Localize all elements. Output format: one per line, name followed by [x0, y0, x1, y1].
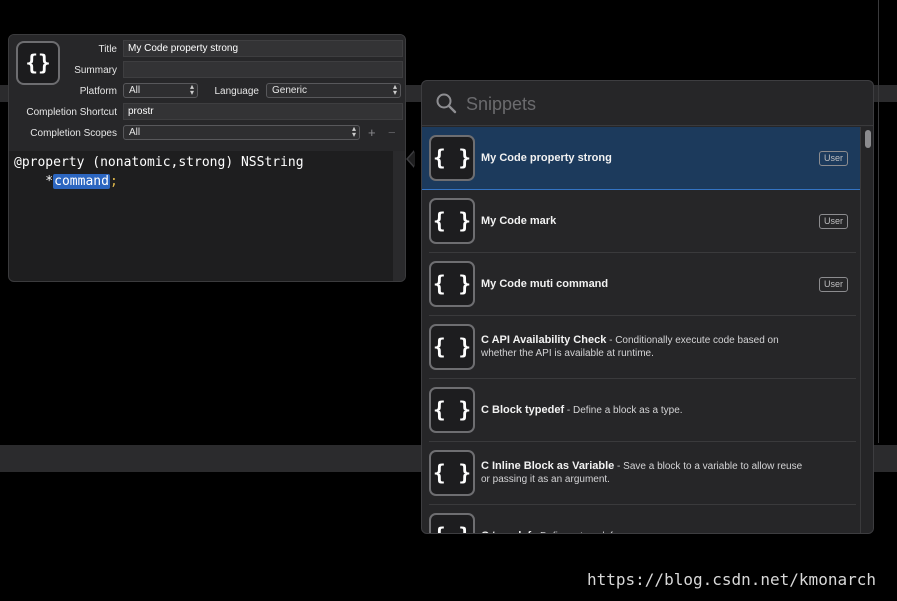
snippet-braces-icon: { } [429, 198, 475, 244]
snippet-text: C typedef - Define a typedef. [481, 505, 806, 534]
completion-scopes-select[interactable]: All ▴ ▾ [123, 125, 360, 140]
summary-field[interactable] [123, 61, 403, 78]
snippet-list-item[interactable]: { } My Code property strong User [422, 127, 860, 190]
snippet-editor-header: {} Title My Code property strong Summary… [9, 35, 405, 151]
snippet-braces-icon: { } [429, 513, 475, 533]
snippets-scrollbar[interactable] [860, 127, 873, 533]
code-line-2-prefix: * [14, 174, 54, 189]
remove-scope-button[interactable]: − [388, 126, 396, 139]
snippet-list-item[interactable]: { } C Block typedef - Define a block as a… [422, 379, 860, 442]
editor-split-line [878, 0, 879, 443]
snippet-text-body: C Block typedef - Define a block as a ty… [481, 404, 806, 417]
snippets-list: { } My Code property strong User { } My Code… [422, 127, 860, 534]
snippet-code-editor[interactable]: @property (nonatomic,strong) NSString *c… [14, 153, 394, 191]
user-badge: User [818, 277, 848, 292]
popover-arrow-inner [408, 151, 415, 167]
snippet-text-body: C API Availability Check - Conditionally… [481, 334, 806, 360]
snippet-list-item[interactable]: { } C Inline Block as Variable - Save a b… [422, 442, 860, 505]
snippet-braces-icon: { } [429, 261, 475, 307]
watermark-text: https://blog.csdn.net/kmonarch [587, 570, 876, 589]
title-label: Title [98, 44, 117, 55]
snippet-title: C typedef [481, 530, 531, 534]
snippet-text: My Code mark [481, 190, 806, 252]
snippet-text-body: My Code property strong [481, 152, 806, 165]
snippet-text: My Code property strong [481, 127, 806, 189]
code-line-1: @property (nonatomic,strong) NSString [14, 155, 304, 170]
snippet-text: C API Availability Check - Conditionally… [481, 316, 806, 378]
language-label: Language [214, 86, 260, 97]
platform-label: Platform [79, 86, 117, 97]
scrollbar-thumb[interactable] [865, 130, 871, 148]
snippet-list-item[interactable]: { } My Code mark User [422, 190, 860, 253]
chevron-updown-icon: ▴ ▾ [392, 82, 397, 97]
snippets-library-popover: { } My Code property strong User { } My Code… [421, 80, 874, 534]
snippet-title: C Inline Block as Variable [481, 460, 615, 472]
snippet-list-item[interactable]: { } C API Availability Check - Conditiona… [422, 316, 860, 379]
code-placeholder-token[interactable]: command [53, 174, 110, 189]
platform-select-value: All [129, 85, 141, 96]
snippet-title: My Code property strong [481, 151, 612, 164]
snippet-braces-icon: { } [429, 324, 475, 370]
snippet-text: My Code muti command [481, 253, 806, 315]
snippet-editor-popover: {} Title My Code property strong Summary… [8, 34, 406, 282]
snippet-braces-icon: { } [429, 135, 475, 181]
user-badge: User [818, 214, 848, 229]
language-select-value: Generic [272, 85, 308, 96]
snippet-description: - Define a block as a type. [564, 404, 683, 416]
search-bar [422, 81, 873, 126]
snippet-title: C API Availability Check [481, 334, 607, 346]
language-select[interactable]: Generic ▴ ▾ [266, 83, 401, 98]
snippet-text-body: C typedef - Define a typedef. [481, 530, 806, 534]
snippet-title: My Code mark [481, 214, 557, 227]
snippet-braces-icon: { } [429, 450, 475, 496]
title-field[interactable]: My Code property strong [123, 40, 403, 57]
completion-shortcut-field[interactable]: prostr [123, 103, 403, 120]
code-line-2-suffix: ; [109, 174, 118, 189]
chevron-updown-icon: ▴ ▾ [189, 82, 194, 97]
snippet-title: My Code muti command [481, 277, 609, 290]
completion-shortcut-label: Completion Shortcut [26, 107, 117, 118]
search-icon [436, 93, 457, 114]
snippet-braces-icon[interactable]: {} [16, 41, 60, 85]
snippet-description: - Define a typedef. [531, 531, 616, 534]
summary-label: Summary [74, 65, 117, 76]
snippet-text-body: C Inline Block as Variable - Save a bloc… [481, 460, 806, 486]
user-badge: User [818, 151, 848, 166]
search-input[interactable] [464, 91, 848, 117]
chevron-updown-icon: ▴ ▾ [351, 124, 356, 139]
completion-scopes-label: Completion Scopes [30, 128, 117, 139]
platform-select[interactable]: All ▴ ▾ [123, 83, 198, 98]
completion-scopes-value: All [129, 127, 141, 138]
snippet-text-body: My Code mark [481, 215, 806, 228]
snippet-list-item[interactable]: { } C typedef - Define a typedef. [422, 505, 860, 534]
editor-scrollbar[interactable] [393, 151, 405, 281]
snippet-text-body: My Code muti command [481, 278, 806, 291]
snippet-text: C Inline Block as Variable - Save a bloc… [481, 442, 806, 504]
snippet-text: C Block typedef - Define a block as a ty… [481, 379, 806, 441]
snippet-title: C Block typedef [481, 403, 565, 416]
add-scope-button[interactable]: + [368, 126, 376, 139]
code-line-2: *command; [14, 172, 394, 191]
snippet-braces-icon: { } [429, 387, 475, 433]
snippet-list-item[interactable]: { } My Code muti command User [422, 253, 860, 316]
